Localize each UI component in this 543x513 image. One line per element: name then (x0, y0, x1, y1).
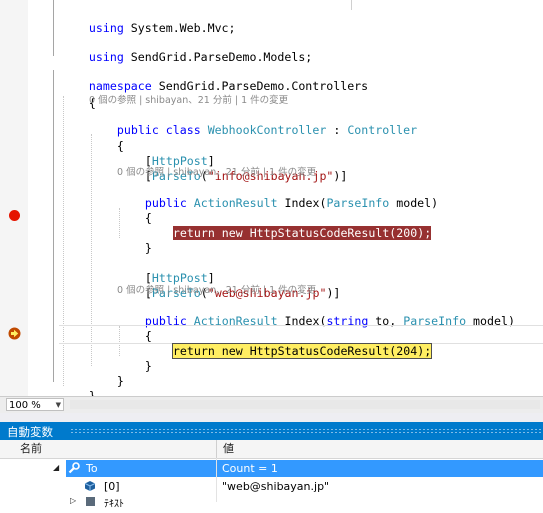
code-editor[interactable]: using System.Web.Mvc; using SendGrid.Par… (0, 0, 543, 396)
code-line[interactable]: using System.Web.Mvc; (61, 3, 236, 35)
current-statement-arrow-icon[interactable] (8, 327, 21, 340)
variable-row[interactable]: [0] "web@shibayan.jp" (0, 478, 543, 495)
code-line-current-statement[interactable]: return new HttpStatusCodeResult(204); (145, 326, 433, 359)
code-line[interactable]: using SendGrid.ParseDemo.Models; (61, 32, 312, 64)
variable-row[interactable]: ◢ To Count = 1 (0, 460, 543, 477)
code-line[interactable]: } (117, 223, 152, 255)
variable-name-cell: To (66, 460, 216, 477)
code-line[interactable]: [ParseTo("web@shibayan.jp")] (117, 268, 340, 300)
horizontal-scrollbar[interactable] (70, 400, 540, 409)
column-header-value[interactable]: 値 (217, 440, 517, 458)
line-number-gutter (28, 0, 48, 396)
zoom-dropdown[interactable]: 100 % ▼ (6, 398, 64, 411)
code-line[interactable]: public ActionResult Index(ParseInfo mode… (117, 178, 438, 210)
code-line[interactable]: } (61, 371, 96, 396)
outline-namespace (53, 70, 54, 382)
code-line-breakpoint[interactable]: return new HttpStatusCodeResult(200); (145, 208, 432, 240)
expand-triangle-icon[interactable]: ▷ (70, 496, 76, 505)
variable-value-cell[interactable]: "web@shibayan.jp" (217, 478, 543, 495)
column-header-name[interactable]: 名前 (14, 440, 214, 458)
variable-row[interactable]: ▷ ﾃｷｽﾄ (0, 496, 543, 513)
pane-splitter[interactable] (0, 413, 543, 422)
chevron-down-icon: ▼ (55, 401, 61, 409)
field-cube-icon (84, 481, 96, 491)
variable-name-cell: [0] (84, 478, 216, 495)
outline-using (53, 0, 54, 56)
autos-grid[interactable]: 名前 値 ◢ To Count = 1 [0] "web@shibayan.jp… (0, 440, 543, 510)
code-line[interactable]: public class WebhookController : Control… (89, 105, 417, 137)
editor-right-edge (351, 0, 352, 10)
autos-window-title-bar[interactable]: 自動変数 (0, 422, 543, 440)
grid-header: 名前 値 (0, 440, 543, 459)
title-bar-grip (70, 428, 543, 434)
breakpoint-highlight: return new HttpStatusCodeResult(200); (172, 226, 432, 240)
zoom-value: 100 % (9, 400, 41, 411)
variable-value-cell[interactable]: Count = 1 (217, 460, 543, 477)
code-line[interactable]: namespace SendGrid.ParseDemo.Controllers (61, 61, 368, 93)
expand-triangle-icon[interactable]: ◢ (53, 463, 59, 472)
autos-window-title: 自動変数 (7, 425, 53, 439)
wrench-property-icon (67, 461, 81, 475)
variable-name-cell: ﾃｷｽﾄ (84, 496, 216, 513)
code-line[interactable]: public ActionResult Index(string to, Par… (117, 296, 515, 328)
editor-bottom-bar: 100 % ▼ (0, 396, 543, 413)
code-line[interactable]: { (61, 78, 96, 110)
current-statement-highlight: return new HttpStatusCodeResult(204); (171, 343, 433, 359)
breakpoint-icon[interactable] (9, 210, 20, 221)
